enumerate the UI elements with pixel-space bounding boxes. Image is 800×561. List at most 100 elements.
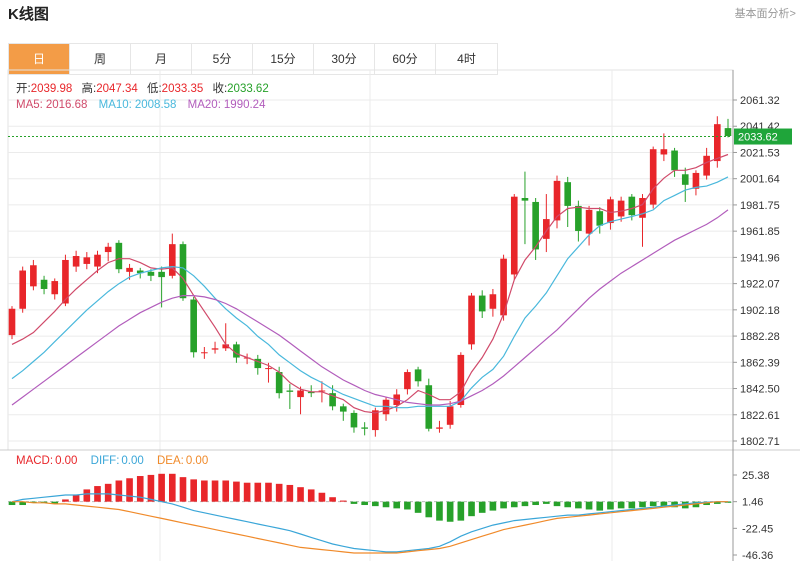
candle-body xyxy=(510,196,518,275)
price-tick-label: 2061.32 xyxy=(740,95,780,107)
macd-bar xyxy=(211,480,219,502)
candle-body xyxy=(361,427,368,429)
candle xyxy=(489,288,497,317)
candle xyxy=(179,241,187,301)
macd-bar xyxy=(83,489,91,502)
macd-bar xyxy=(382,501,390,508)
macd-bar xyxy=(286,484,294,502)
candle-body xyxy=(51,281,59,295)
macd-bar xyxy=(425,501,433,518)
candle-body xyxy=(617,200,625,217)
candle-body xyxy=(275,372,283,394)
candle-body xyxy=(147,271,155,276)
candle xyxy=(543,194,550,253)
macd-bar xyxy=(233,481,240,502)
macd-bar xyxy=(104,483,112,502)
candle xyxy=(30,259,37,291)
candle-body xyxy=(286,390,294,392)
macd-bar xyxy=(350,501,358,504)
macd-bar xyxy=(649,501,657,507)
macd-bar xyxy=(222,480,230,502)
macd-bar xyxy=(446,501,454,522)
candle-body xyxy=(521,197,529,201)
kline-chart[interactable]: 2061.322041.422021.532001.641981.751961.… xyxy=(0,0,800,561)
macd-bar xyxy=(436,501,443,521)
candle-body xyxy=(211,348,219,350)
candle-body xyxy=(104,246,112,253)
candle xyxy=(72,250,80,272)
candle xyxy=(404,369,411,395)
low-label: 低: xyxy=(147,82,162,95)
candle xyxy=(190,296,197,358)
candle-body xyxy=(83,257,91,264)
candle xyxy=(436,420,443,433)
candle-body xyxy=(404,372,411,390)
macd-bar xyxy=(243,482,251,502)
candle-body xyxy=(8,308,16,336)
candle-body xyxy=(564,182,572,206)
macd-bar xyxy=(596,501,604,511)
ma20-label: MA20: xyxy=(188,99,221,111)
candle-body xyxy=(115,242,123,270)
candle xyxy=(297,386,304,415)
candle-body xyxy=(350,412,358,428)
macd-bar xyxy=(521,501,529,507)
diff-label: DIFF: xyxy=(91,455,120,467)
macd-bar xyxy=(254,482,262,502)
candle xyxy=(19,266,26,313)
candle xyxy=(339,403,347,421)
price-tick-label: 1961.85 xyxy=(740,226,780,238)
candle-body xyxy=(158,271,165,278)
price-tick-label: 1981.75 xyxy=(740,200,780,212)
candle-body xyxy=(94,254,101,267)
candle-body xyxy=(190,299,197,353)
price-tick-label: 1941.96 xyxy=(740,252,780,264)
price-tick-label: 2021.53 xyxy=(740,147,780,159)
macd-bar xyxy=(62,499,69,502)
candle xyxy=(104,242,112,262)
macd-axis: 25.38 1.46 -22.45 -46.36 xyxy=(733,470,773,561)
candle-body xyxy=(660,149,668,155)
price-tick-label: 1842.50 xyxy=(740,384,780,396)
candle-body xyxy=(543,219,550,239)
candle xyxy=(8,306,16,340)
price-tick-label: 1902.18 xyxy=(740,305,780,317)
candle xyxy=(660,133,668,162)
candle-body xyxy=(575,205,582,231)
macd-bar xyxy=(478,501,486,513)
open-value: 2039.98 xyxy=(31,83,73,95)
macd-bar xyxy=(168,473,176,502)
ma10-value: 2008.58 xyxy=(135,99,177,111)
candle-body xyxy=(297,390,304,398)
macd-bar xyxy=(372,501,379,507)
candle-body xyxy=(30,265,37,287)
candle xyxy=(414,366,422,387)
svg-text:MACD:0.00 DIFF:0.00: MACD: 0.00 DIFF: 0.00 DEA: 0.00 xyxy=(16,455,208,467)
candle-body xyxy=(446,406,454,425)
candle xyxy=(681,167,689,202)
candle xyxy=(714,116,721,168)
macd-bar xyxy=(158,473,165,502)
high-label: 高: xyxy=(81,81,96,95)
candle-body xyxy=(72,256,80,267)
macd-bar xyxy=(564,501,572,508)
macd-bar xyxy=(115,480,123,502)
macd-bar xyxy=(585,501,593,510)
candle xyxy=(724,118,732,138)
price-tick-label: 1802.71 xyxy=(740,436,780,448)
close-value: 2033.62 xyxy=(227,83,269,95)
macd-value: 0.00 xyxy=(55,455,77,467)
macd-bar xyxy=(543,501,550,504)
macd-bar xyxy=(147,474,155,502)
macd-bar xyxy=(275,483,283,502)
macd-bar xyxy=(179,477,187,502)
macd-bar xyxy=(414,501,422,513)
candle-body xyxy=(478,295,486,312)
ma20-value: 1990.24 xyxy=(224,99,266,111)
price-tick-label: 2001.64 xyxy=(740,174,780,186)
candle xyxy=(585,205,593,246)
candle xyxy=(468,292,475,350)
macd-bar xyxy=(126,478,133,502)
macd-bar xyxy=(468,501,475,517)
macd-bar xyxy=(489,501,497,511)
